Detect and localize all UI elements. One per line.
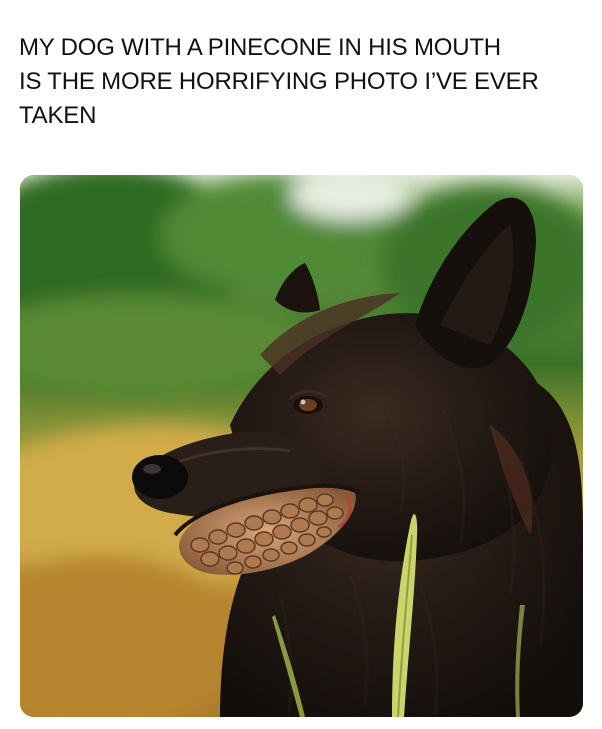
dog-photo-illustration [20,175,583,717]
meme-caption: MY DOG WITH A PINECONE IN HIS MOUTH IS T… [19,31,591,133]
dog-photo [20,175,583,717]
caption-line-1: MY DOG WITH A PINECONE IN HIS MOUTH [19,34,501,61]
nose [132,455,188,499]
meme-page: MY DOG WITH A PINECONE IN HIS MOUTH IS T… [0,0,602,729]
caption-line-2: IS THE MORE HORRIFYING PHOTO I’VE EVER [19,68,539,95]
caption-line-3: TAKEN [19,102,97,129]
